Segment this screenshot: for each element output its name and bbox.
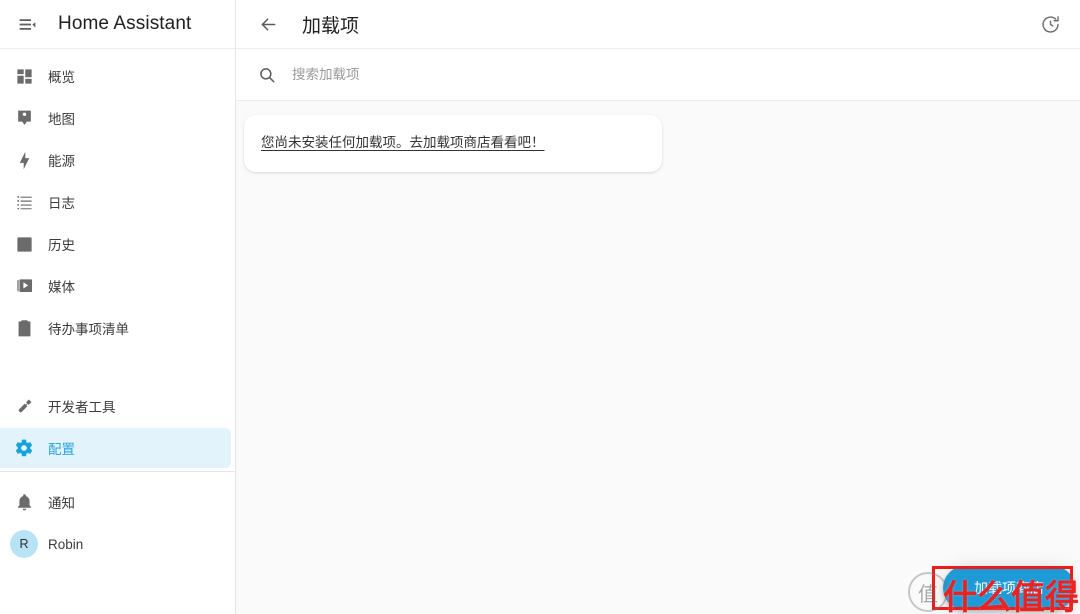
- sidebar-item-label: 能源: [48, 154, 75, 169]
- search-icon: [258, 66, 276, 84]
- map-marker-account-icon: [0, 109, 48, 128]
- sidebar-bottom: 通知 R Robin: [0, 472, 235, 564]
- reload-clock-icon[interactable]: [1032, 6, 1068, 42]
- search-input[interactable]: [292, 67, 652, 82]
- sidebar-header: Home Assistant: [0, 0, 235, 49]
- chart-box-icon: [0, 235, 48, 254]
- bell-icon: [0, 493, 48, 512]
- sidebar-item-settings[interactable]: 配置: [0, 428, 231, 468]
- sidebar-item-label: 地图: [48, 112, 75, 127]
- sidebar-item-logbook[interactable]: 日志: [0, 182, 231, 222]
- sidebar-item-label: 配置: [48, 442, 75, 457]
- hammer-icon: [0, 397, 48, 416]
- format-list-bulleted-icon: [0, 193, 48, 212]
- sidebar-item-todo[interactable]: 待办事项清单: [0, 308, 231, 348]
- sidebar-item-label: 开发者工具: [48, 400, 116, 415]
- sidebar-nav: 概览 地图 能源 日志 历史 媒体 待办事项清单 开发者工具 配置 通知 R R…: [0, 49, 235, 614]
- sidebar-item-label: 媒体: [48, 280, 75, 295]
- content-area: 您尚未安装任何加载项。去加载项商店看看吧！ 加载项商店: [236, 101, 1080, 614]
- page-toolbar: 加载项: [236, 0, 1080, 49]
- play-box-multiple-icon: [0, 277, 48, 296]
- search-bar: [236, 49, 1080, 101]
- sidebar-item-energy[interactable]: 能源: [0, 140, 231, 180]
- sidebar: Home Assistant 概览 地图 能源 日志 历史 媒体 待办事项清单 …: [0, 0, 236, 614]
- cog-icon: [0, 438, 48, 458]
- clipboard-list-icon: [0, 319, 48, 338]
- avatar: R: [0, 530, 48, 558]
- sidebar-item-label: 日志: [48, 196, 75, 211]
- addon-store-fab[interactable]: 加载项商店: [943, 566, 1075, 610]
- sidebar-item-label: 概览: [48, 70, 75, 85]
- sidebar-item-history[interactable]: 历史: [0, 224, 231, 264]
- sidebar-item-label: 待办事项清单: [48, 322, 129, 337]
- menu-open-icon[interactable]: [10, 7, 44, 41]
- arrow-left-icon[interactable]: [250, 6, 286, 42]
- lightning-bolt-icon: [0, 151, 48, 170]
- empty-state-card: 您尚未安装任何加载项。去加载项商店看看吧！: [244, 115, 662, 172]
- sidebar-item-label: 历史: [48, 238, 75, 253]
- app-root: Home Assistant 概览 地图 能源 日志 历史 媒体 待办事项清单 …: [0, 0, 1080, 614]
- main-panel: 加载项 您尚未安装任何加载项。去加载项商店看看吧！: [236, 0, 1080, 614]
- sidebar-user-name: Robin: [48, 536, 84, 552]
- sidebar-item-map[interactable]: 地图: [0, 98, 231, 138]
- sidebar-item-developer-tools[interactable]: 开发者工具: [0, 386, 231, 426]
- avatar-initial: R: [10, 530, 38, 558]
- sidebar-item-notifications[interactable]: 通知: [0, 482, 231, 522]
- addon-store-fab-label: 加载项商店: [974, 580, 1044, 596]
- page-title: 加载项: [302, 15, 360, 37]
- view-dashboard-icon: [0, 67, 48, 86]
- sidebar-item-label: 通知: [48, 496, 75, 511]
- sidebar-item-user[interactable]: R Robin: [0, 524, 231, 564]
- addon-store-link[interactable]: 您尚未安装任何加载项。去加载项商店看看吧！: [261, 135, 545, 150]
- app-title: Home Assistant: [58, 13, 192, 34]
- sidebar-item-media[interactable]: 媒体: [0, 266, 231, 306]
- sidebar-item-overview[interactable]: 概览: [0, 56, 231, 96]
